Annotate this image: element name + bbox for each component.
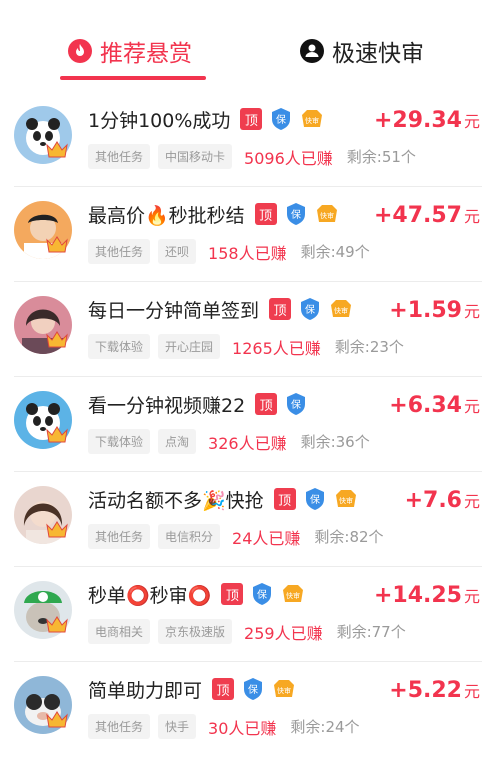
crown-icon [46,236,68,253]
app-tag: 京东极速版 [158,619,233,644]
task-row[interactable]: 最高价🔥秒批秒结 顶 保 快审 +47.57 元 其他任务 还呗 158人已赚 剩… [14,187,482,282]
remaining-count: 剩余:23个 [334,338,404,356]
task-row[interactable]: 每日一分钟简单签到 顶 保 快审 +1.59 元 下载体验 开心庄园 1265人已… [14,282,482,377]
task-title: 秒单⭕秒审⭕ [88,584,212,607]
reward-amount: +6.34 元 [389,393,480,418]
top-tab-bar: 推荐悬赏 极速快审 [0,0,500,92]
task-title: 1分钟100%成功 [88,109,231,132]
shield-icon: 保 [253,583,272,605]
fast-review-icon: 快审 [302,110,323,127]
reward-amount: +47.57 元 [373,203,480,228]
app-tag: 快手 [158,714,197,739]
crown-icon [46,521,68,538]
earned-count: 24人已赚 [232,528,301,548]
shield-icon: 保 [286,203,305,225]
task-row[interactable]: 1分钟100%成功 顶 保 快审 +29.34 元 其他任务 中国移动卡 5096… [14,92,482,187]
category-tag: 其他任务 [88,714,151,739]
task-title: 最高价🔥秒批秒结 [88,204,245,227]
task-title: 看一分钟视频赚22 [88,394,246,417]
svg-text:快审: 快审 [320,211,334,220]
task-row[interactable]: 秒单⭕秒审⭕ 顶 保 快审 +14.25 元 电商相关 京东极速版 259人已赚 … [14,567,482,662]
svg-text:保: 保 [305,303,315,316]
remaining-count: 剩余:49个 [300,243,370,261]
svg-text:保: 保 [291,398,301,411]
category-tag: 电商相关 [88,619,151,644]
svg-text:快审: 快审 [334,306,348,315]
tab-fast-review[interactable]: 极速快审 [300,34,424,68]
task-title: 活动名额不多🎉快抢 [88,489,264,512]
fast-review-icon: 快审 [335,490,356,507]
category-tag: 其他任务 [88,524,151,549]
shield-icon: 保 [244,678,263,700]
top-badge: 顶 [221,583,244,605]
shield-icon: 保 [287,393,306,415]
shield-icon: 保 [301,298,320,320]
remaining-count: 剩余:51个 [346,148,416,166]
remaining-count: 剩余:82个 [314,528,384,546]
task-title: 每日一分钟简单签到 [88,299,260,322]
top-badge: 顶 [273,488,296,510]
app-tag: 还呗 [158,239,197,264]
fast-review-icon: 快审 [316,205,337,222]
earned-count: 30人已赚 [208,718,277,738]
category-tag: 其他任务 [88,239,151,264]
app-tag: 中国移动卡 [158,144,233,169]
svg-text:快审: 快审 [339,496,353,505]
task-row[interactable]: 看一分钟视频赚22 顶 保 +6.34 元 下载体验 点淘 326人已赚 剩余:3… [14,377,482,472]
earned-count: 1265人已赚 [232,338,321,358]
flame-icon [68,39,92,63]
category-tag: 其他任务 [88,144,151,169]
reward-amount: +14.25 元 [373,583,480,608]
svg-text:保: 保 [291,208,301,221]
top-badge: 顶 [240,108,263,130]
task-row[interactable]: 简单助力即可 顶 保 快审 +5.22 元 其他任务 快手 30人已赚 剩余:24… [14,662,482,757]
fast-review-icon: 快审 [274,680,295,697]
top-badge: 顶 [212,678,235,700]
earned-count: 259人已赚 [244,623,323,643]
earned-count: 326人已赚 [208,433,287,453]
user-icon [300,39,324,63]
tab-recommended-reward[interactable]: 推荐悬赏 [68,34,192,68]
app-tag: 开心庄园 [158,334,221,359]
tab-label: 推荐悬赏 [100,41,192,67]
category-tag: 下载体验 [88,334,151,359]
reward-amount: +5.22 元 [389,678,480,703]
svg-text:快审: 快审 [305,116,319,125]
active-tab-indicator [60,76,206,80]
app-tag: 电信积分 [158,524,221,549]
svg-text:快审: 快审 [286,591,300,600]
reward-amount: +29.34 元 [373,108,480,133]
task-list: 1分钟100%成功 顶 保 快审 +29.34 元 其他任务 中国移动卡 5096… [0,92,500,757]
crown-icon [46,331,68,348]
crown-icon [46,711,68,728]
tab-label: 极速快审 [332,41,424,67]
earned-count: 5096人已赚 [244,148,333,168]
svg-text:保: 保 [248,683,258,696]
remaining-count: 剩余:24个 [290,718,360,736]
svg-text:快审: 快审 [277,686,291,695]
task-title: 简单助力即可 [88,679,203,702]
remaining-count: 剩余:77个 [336,623,406,641]
earned-count: 158人已赚 [208,243,287,263]
remaining-count: 剩余:36个 [300,433,370,451]
svg-text:保: 保 [310,493,320,506]
svg-text:保: 保 [257,588,267,601]
fast-review-icon: 快审 [331,300,352,317]
fast-review-icon: 快审 [283,585,304,602]
app-tag: 点淘 [158,429,197,454]
shield-icon: 保 [305,488,324,510]
top-badge: 顶 [269,298,292,320]
shield-icon: 保 [272,108,291,130]
crown-icon [46,426,68,443]
crown-icon [46,616,68,633]
category-tag: 下载体验 [88,429,151,454]
top-badge: 顶 [254,203,277,225]
crown-icon [46,141,68,158]
task-row[interactable]: 活动名额不多🎉快抢 顶 保 快审 +7.6 元 其他任务 电信积分 24人已赚 剩… [14,472,482,567]
reward-amount: +1.59 元 [389,298,480,323]
top-badge: 顶 [255,393,278,415]
svg-text:保: 保 [276,113,286,126]
reward-amount: +7.6 元 [404,488,480,513]
